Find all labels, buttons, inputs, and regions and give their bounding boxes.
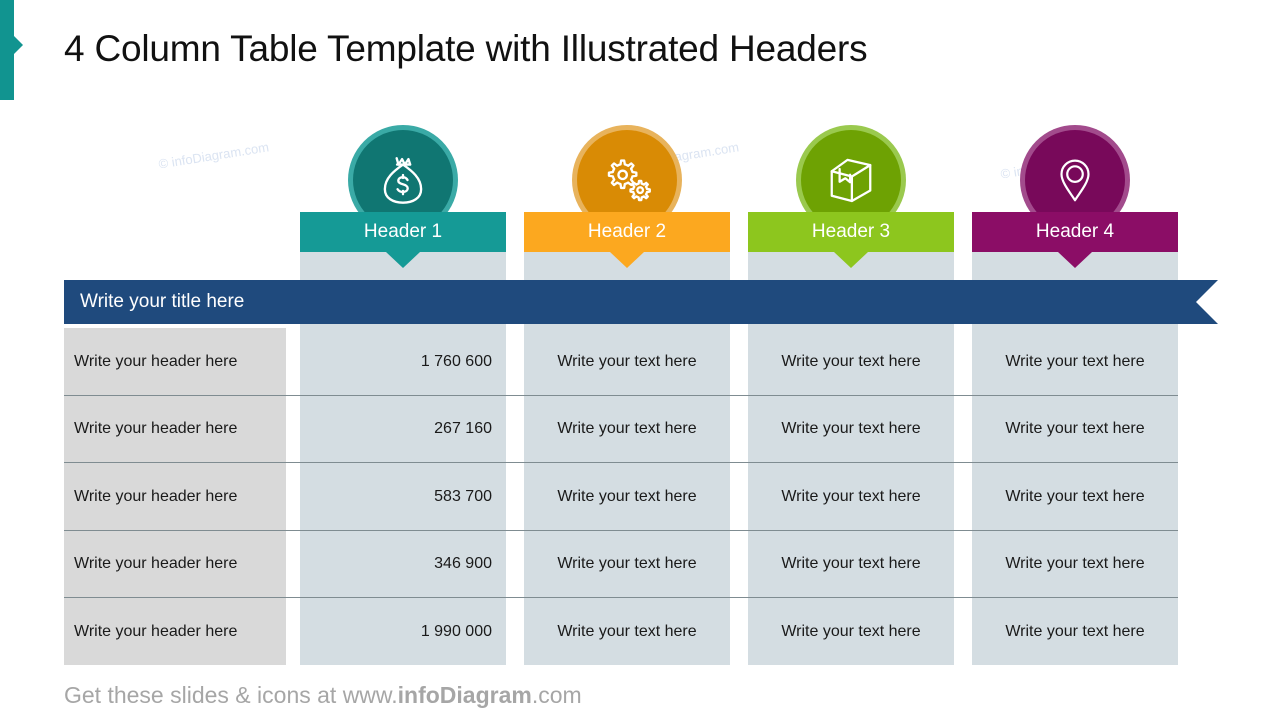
column-header-2[interactable]: Header 2 (524, 212, 730, 252)
footer-suffix: .com (531, 682, 582, 708)
table-row: Write your header here 346 900 Write your … (0, 530, 1280, 598)
row-value-cell: 1 990 000 (300, 598, 506, 665)
table-row: Write your header here 1 990 000 Write you… (0, 598, 1280, 665)
row-text-cell: Write your text here (748, 598, 954, 665)
row-header-cell: Write your header here (64, 598, 286, 665)
row-text-cell: Write your text here (524, 598, 730, 665)
footer-prefix: Get these slides & icons at www. (64, 682, 398, 708)
column-header-label: Header 1 (363, 221, 443, 242)
footer-brand: infoDiagram (397, 682, 532, 708)
row-text-cell: Write your text here (748, 328, 954, 395)
watermark: © infoDiagram.com (157, 139, 270, 172)
ribbon-notch-icon (1196, 280, 1218, 324)
table-title-label: Write your title here (80, 291, 245, 312)
row-separator (64, 597, 1178, 598)
column-header-1[interactable]: Header 1 (300, 212, 506, 252)
table-row: Write your header here 267 160 Write your … (0, 395, 1280, 463)
table-row: Write your header here 1 760 600 Write you… (0, 328, 1280, 395)
row-separator (64, 529, 1178, 531)
row-header-cell: Write your header here (64, 395, 286, 463)
row-text-cell: Write your text here (972, 530, 1178, 598)
row-text-cell: Write your text here (972, 395, 1178, 463)
column-header-pointer-icon-1 (386, 252, 420, 268)
row-text-cell: Write your text here (748, 463, 954, 530)
column-header-3[interactable]: Header 3 (748, 212, 954, 252)
row-text-cell: Write your text here (524, 328, 730, 395)
row-text-cell: Write your text here (972, 328, 1178, 395)
footer-credit: Get these slides & icons at www.infoDiag… (64, 682, 582, 709)
row-header-cell: Write your header here (64, 530, 286, 598)
row-text-cell: Write your text here (972, 463, 1178, 530)
row-header-cell: Write your header here (64, 328, 286, 395)
page-title: 4 Column Table Template with Illustrated… (64, 28, 868, 69)
row-text-cell: Write your text here (524, 530, 730, 598)
column-header-pointer-icon-4 (1058, 252, 1092, 268)
left-accent-arrow-icon (14, 36, 23, 54)
table-title-bar: Write your title here (64, 280, 1218, 324)
row-text-cell: Write your text here (748, 395, 954, 463)
row-header-cell: Write your header here (64, 463, 286, 530)
row-value-cell: 346 900 (300, 530, 506, 598)
row-text-cell: Write your text here (524, 463, 730, 530)
row-text-cell: Write your text here (748, 530, 954, 598)
row-value-cell: 583 700 (300, 463, 506, 530)
row-value-cell: 267 160 (300, 395, 506, 463)
row-text-cell: Write your text here (972, 598, 1178, 665)
row-separator (64, 394, 1178, 396)
row-separator (64, 462, 1178, 463)
row-value-cell: 1 760 600 (300, 328, 506, 395)
column-header-pointer-icon-3 (834, 252, 868, 268)
column-header-pointer-icon-2 (610, 252, 644, 268)
row-text-cell: Write your text here (524, 395, 730, 463)
table-row: Write your header here 583 700 Write your … (0, 463, 1280, 530)
left-accent-bar (0, 0, 14, 100)
column-header-label: Header 4 (1035, 221, 1115, 242)
column-header-4[interactable]: Header 4 (972, 212, 1178, 252)
column-header-label: Header 2 (587, 221, 667, 242)
column-header-label: Header 3 (811, 221, 891, 242)
